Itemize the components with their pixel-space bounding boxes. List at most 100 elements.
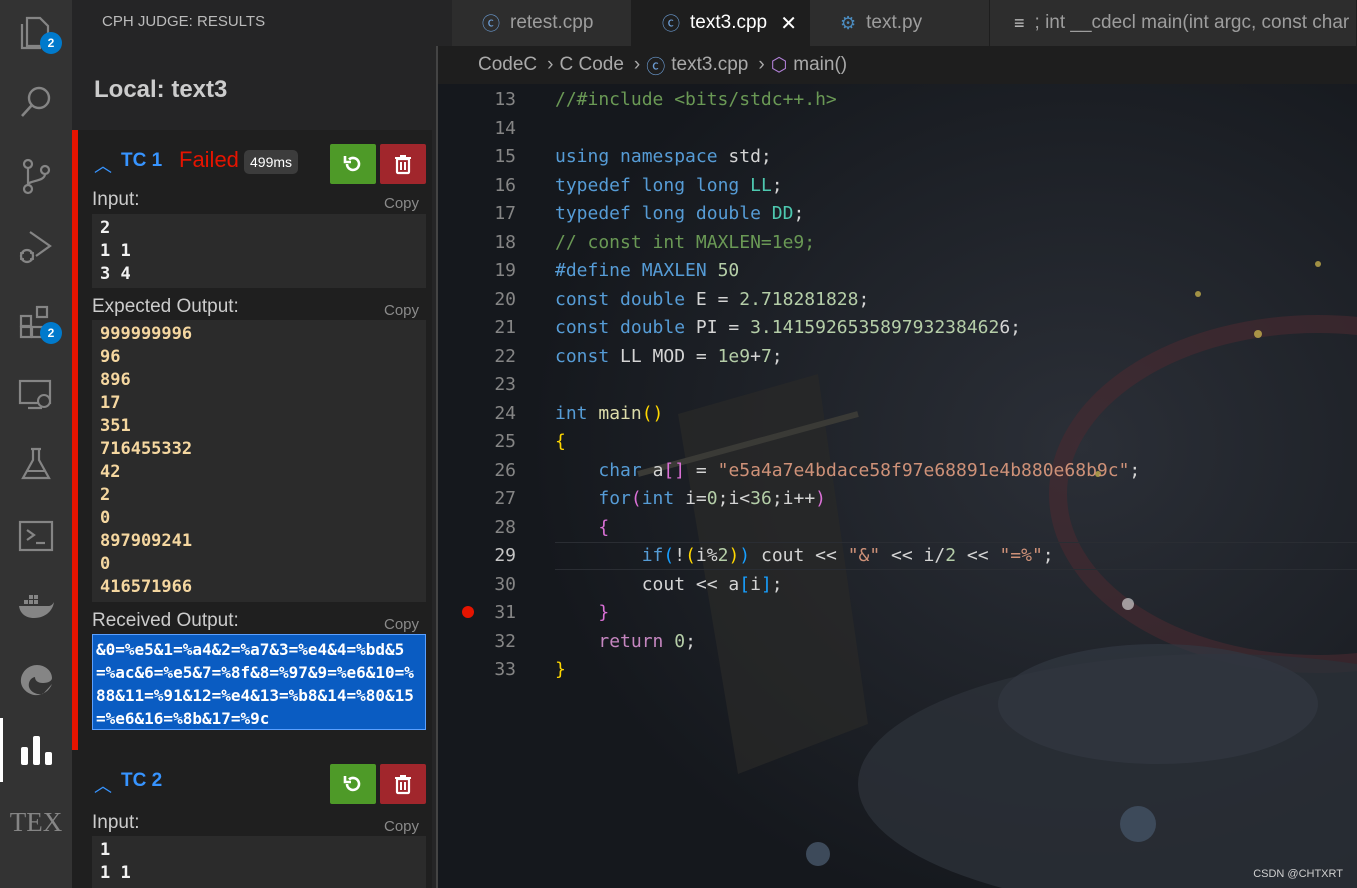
close-tab-icon[interactable]: ✕ bbox=[780, 11, 797, 36]
code-text: } bbox=[598, 602, 610, 623]
code-line: 22 const LL MOD = 1e9+7; bbox=[438, 343, 1357, 371]
code-text: const LL MOD = 1e9+7; bbox=[555, 346, 783, 367]
line-number: 27 bbox=[494, 488, 516, 509]
delete-testcase-button[interactable] bbox=[380, 764, 426, 804]
editor-area: ⓒ retest.cpp ⓒ text3.cpp ✕ ⚙ text.py ≡; int… bbox=[438, 0, 1357, 888]
code-text: //#include <bits/stdc++.h> bbox=[555, 89, 837, 110]
line-number: 23 bbox=[494, 374, 516, 395]
tab-text3-cpp[interactable]: ⓒ text3.cpp ✕ bbox=[632, 0, 810, 46]
sidebar-title: CPH JUDGE: RESULTS bbox=[102, 13, 266, 30]
cpp-icon: ⓒ bbox=[482, 14, 500, 34]
testcase-2-name[interactable]: TC 2 bbox=[121, 770, 162, 792]
code-line: 25 { bbox=[438, 428, 1357, 456]
explorer-badge: 2 bbox=[40, 32, 62, 54]
code-line: 14 bbox=[438, 115, 1357, 143]
remote-explorer-icon bbox=[18, 379, 52, 410]
code-text: const double E = 2.718281828; bbox=[555, 289, 870, 310]
edge-icon bbox=[20, 665, 52, 696]
line-number: 18 bbox=[494, 232, 516, 253]
tab-main-decompile[interactable]: ≡ ; int __cdecl main(int argc, const char bbox=[990, 0, 1357, 46]
tab-retest-cpp[interactable]: ⓒ retest.cpp bbox=[452, 0, 632, 46]
code-text: #define MAXLEN 50 bbox=[555, 260, 740, 281]
line-number: 25 bbox=[494, 431, 516, 452]
code-text: typedef long double DD; bbox=[555, 203, 805, 224]
cube-icon: ⬡ bbox=[770, 54, 788, 76]
tab-bar: ⓒ retest.cpp ⓒ text3.cpp ✕ ⚙ text.py ≡ ; int… bbox=[438, 0, 1357, 46]
chevron-right-icon: › bbox=[633, 54, 641, 75]
tab-label: text3.cpp bbox=[690, 12, 768, 33]
code-line: 31 } bbox=[438, 599, 1357, 627]
trash-icon bbox=[395, 775, 411, 795]
line-number: 21 bbox=[494, 317, 516, 338]
code-line: 26 char a[] = "e5a4a7e4bdace58f97e68891e… bbox=[438, 457, 1357, 485]
rerun-icon bbox=[343, 156, 361, 172]
tex-button[interactable]: TEX bbox=[0, 790, 72, 854]
rerun-icon bbox=[343, 776, 361, 792]
line-number: 22 bbox=[494, 346, 516, 367]
source-control-button[interactable] bbox=[0, 144, 72, 208]
rerun-button[interactable] bbox=[330, 764, 376, 804]
run-debug-icon bbox=[19, 231, 52, 264]
outline-icon: ≡ bbox=[1014, 12, 1025, 33]
received-output-box[interactable]: &0=%e5&1=%a4&2=%a7&3=%e4&4=%bd&5=%ac&6=%… bbox=[92, 634, 426, 730]
trash-icon bbox=[395, 155, 411, 175]
code-line: 17 typedef long double DD; bbox=[438, 200, 1357, 228]
line-number: 28 bbox=[494, 517, 516, 538]
remote-explorer-button[interactable] bbox=[0, 362, 72, 426]
chevron-right-icon: › bbox=[758, 54, 765, 75]
input-box[interactable]: 1 1 1 bbox=[92, 836, 426, 888]
line-number: 15 bbox=[494, 146, 516, 167]
collapse-chevron-icon[interactable]: ︿ bbox=[94, 152, 112, 178]
code-text: char a[] = "e5a4a7e4bdace58f97e68891e4b8… bbox=[598, 460, 1141, 481]
copy-input-button[interactable]: Copy bbox=[384, 818, 419, 835]
rerun-button[interactable] bbox=[330, 144, 376, 184]
breadcrumb-item[interactable]: C Code bbox=[559, 54, 623, 76]
chevron-right-icon: › bbox=[547, 54, 554, 75]
terminal-button[interactable] bbox=[0, 504, 72, 568]
code-line: 23 bbox=[438, 371, 1357, 399]
copy-input-button[interactable]: Copy bbox=[384, 195, 419, 212]
copy-expected-button[interactable]: Copy bbox=[384, 302, 419, 319]
cpp-icon: ⓒ bbox=[662, 14, 680, 34]
input-label: Input: bbox=[92, 812, 140, 833]
line-number: 31 bbox=[494, 602, 516, 623]
copy-received-button[interactable]: Copy bbox=[384, 616, 419, 633]
line-number: 19 bbox=[494, 260, 516, 281]
code-text: return 0; bbox=[598, 631, 696, 652]
edge-button[interactable] bbox=[0, 648, 72, 712]
search-button[interactable] bbox=[0, 70, 72, 134]
collapse-chevron-icon[interactable]: ︿ bbox=[94, 772, 112, 798]
expected-output-label: Expected Output: bbox=[92, 296, 239, 317]
input-box[interactable]: 2 1 1 3 4 bbox=[92, 214, 426, 288]
docker-icon bbox=[19, 595, 54, 618]
testing-button[interactable] bbox=[0, 432, 72, 496]
tex-icon: TEX bbox=[9, 806, 63, 837]
tab-text-py[interactable]: ⚙ text.py bbox=[810, 0, 990, 46]
extensions-button[interactable]: 2 bbox=[0, 290, 72, 354]
received-output-label: Received Output: bbox=[92, 610, 239, 631]
activity-bar: 2 2 TEX bbox=[0, 0, 72, 888]
run-debug-button[interactable] bbox=[0, 214, 72, 278]
breadcrumb-item[interactable]: CodeC bbox=[478, 54, 537, 76]
explorer-button[interactable]: 2 bbox=[0, 0, 72, 64]
code-text: using namespace std; bbox=[555, 146, 772, 167]
terminal-icon bbox=[18, 520, 54, 552]
code-text: typedef long long LL; bbox=[555, 175, 783, 196]
code-line: 24 int main() bbox=[438, 400, 1357, 428]
code-text: cout << a[i]; bbox=[641, 574, 783, 595]
expected-output-box[interactable]: 999999996 96 896 17 351 716455332 42 2 0… bbox=[92, 320, 426, 602]
cph-sidebar: CPH JUDGE: RESULTS Local: text3 ︿ TC 1 F… bbox=[72, 0, 438, 888]
search-icon bbox=[21, 86, 51, 117]
input-label: Input: bbox=[92, 189, 140, 210]
breadcrumb-item[interactable]: main() bbox=[793, 54, 847, 76]
code-editor[interactable]: 13 //#include <bits/stdc++.h> 14 15 using … bbox=[438, 84, 1357, 888]
watermark: CSDN @CHTXRT bbox=[1253, 868, 1343, 880]
line-number: 32 bbox=[494, 631, 516, 652]
testcase-1-time: 499ms bbox=[244, 150, 299, 174]
testcase-1-name[interactable]: TC 1 bbox=[121, 150, 162, 172]
cph-judge-button[interactable] bbox=[0, 718, 72, 782]
cph-judge-icon bbox=[20, 736, 52, 765]
docker-button[interactable] bbox=[0, 574, 72, 638]
delete-testcase-button[interactable] bbox=[380, 144, 426, 184]
breadcrumb-item[interactable]: text3.cpp bbox=[671, 54, 748, 76]
